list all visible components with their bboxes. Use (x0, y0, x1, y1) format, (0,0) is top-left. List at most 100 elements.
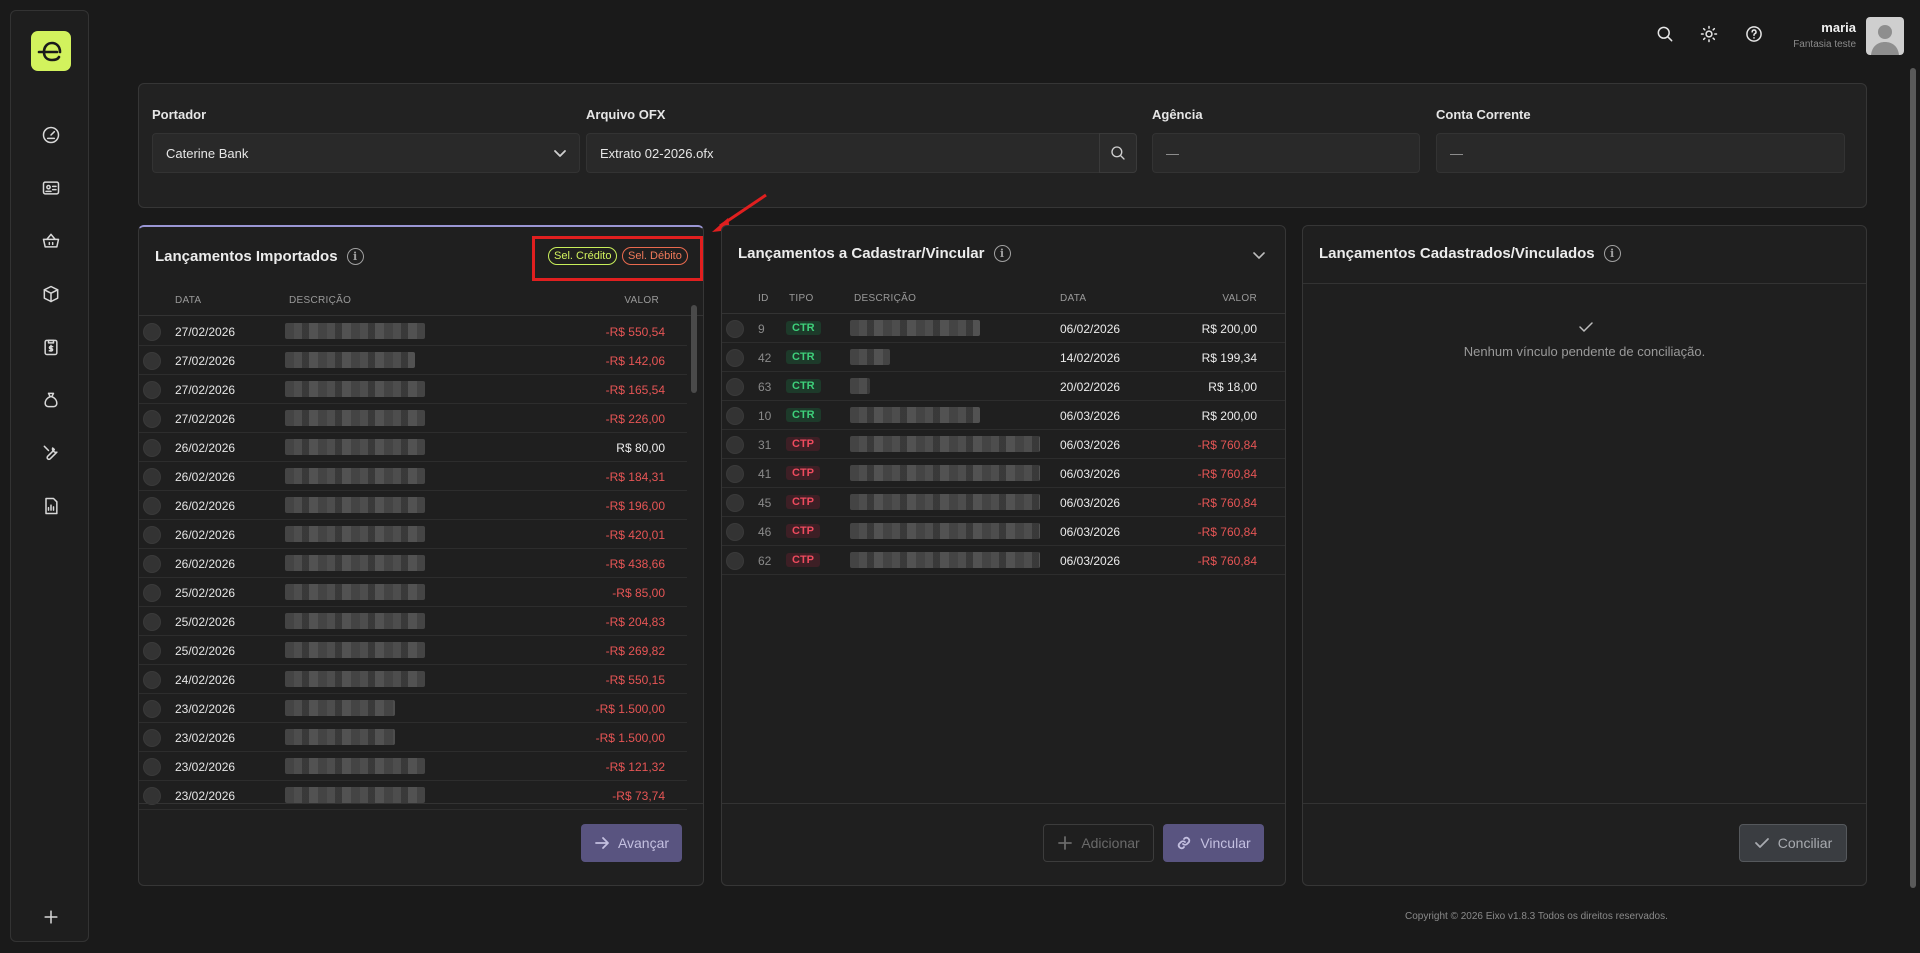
imported-footer: Avançar (139, 803, 703, 885)
row-id: 46 (758, 525, 772, 539)
imported-scrollbar[interactable] (691, 305, 697, 393)
row-description-redacted (285, 758, 425, 774)
row-radio[interactable] (143, 758, 161, 776)
row-radio[interactable] (726, 552, 744, 570)
row-radio[interactable] (143, 352, 161, 370)
row-radio[interactable] (143, 381, 161, 399)
imported-title: Lançamentos Importados i (155, 248, 364, 265)
file-search-button[interactable] (1099, 133, 1137, 173)
search-icon[interactable] (1653, 22, 1677, 46)
link-button[interactable]: Vincular (1163, 824, 1264, 862)
row-description-redacted (850, 436, 1040, 452)
table-row[interactable]: 27/02/2026 -R$ 550,54 (139, 317, 687, 346)
portador-select[interactable]: Caterine Bank (152, 133, 580, 173)
clipboard-dollar-icon[interactable] (38, 334, 64, 360)
row-radio[interactable] (143, 642, 161, 660)
table-row[interactable]: 42 CTR 14/02/2026 R$ 199,34 (722, 343, 1285, 372)
table-row[interactable]: 27/02/2026 -R$ 165,54 (139, 375, 687, 404)
table-row[interactable]: 45 CTP 06/03/2026 -R$ 760,84 (722, 488, 1285, 517)
header-desc: DESCRIÇÃO (289, 295, 352, 306)
table-row[interactable]: 26/02/2026 -R$ 196,00 (139, 491, 687, 520)
help-icon[interactable] (1742, 22, 1766, 46)
row-radio[interactable] (143, 410, 161, 428)
report-icon[interactable] (38, 493, 64, 519)
chevron-down-icon[interactable] (1251, 247, 1267, 263)
table-row[interactable]: 26/02/2026 -R$ 420,01 (139, 520, 687, 549)
filter-panel: Portador Caterine Bank Arquivo OFX Extra… (138, 83, 1867, 208)
money-bag-icon[interactable] (38, 387, 64, 413)
row-radio[interactable] (143, 700, 161, 718)
table-row[interactable]: 23/02/2026 -R$ 1.500,00 (139, 694, 687, 723)
row-radio[interactable] (143, 439, 161, 457)
row-radio[interactable] (726, 436, 744, 454)
basket-icon[interactable] (38, 228, 64, 254)
row-description-redacted (285, 381, 425, 397)
page-scrollbar[interactable] (1910, 68, 1916, 888)
row-value: R$ 200,00 (1201, 322, 1257, 336)
table-row[interactable]: 23/02/2026 -R$ 1.500,00 (139, 723, 687, 752)
table-row[interactable]: 31 CTP 06/03/2026 -R$ 760,84 (722, 430, 1285, 459)
row-value: -R$ 184,31 (605, 470, 665, 484)
table-row[interactable]: 63 CTR 20/02/2026 R$ 18,00 (722, 372, 1285, 401)
logo-icon[interactable] (31, 31, 71, 71)
theme-sun-icon[interactable] (1697, 22, 1721, 46)
conta-field[interactable]: — (1436, 133, 1845, 173)
table-row[interactable]: 27/02/2026 -R$ 226,00 (139, 404, 687, 433)
table-row[interactable]: 9 CTR 06/02/2026 R$ 200,00 (722, 314, 1285, 343)
table-row[interactable]: 26/02/2026 -R$ 438,66 (139, 549, 687, 578)
row-radio[interactable] (143, 729, 161, 747)
row-radio[interactable] (726, 465, 744, 483)
row-radio[interactable] (143, 671, 161, 689)
table-row[interactable]: 27/02/2026 -R$ 142,06 (139, 346, 687, 375)
check-icon (1578, 319, 1594, 335)
table-row[interactable]: 25/02/2026 -R$ 269,82 (139, 636, 687, 665)
info-icon[interactable]: i (1603, 245, 1621, 262)
row-radio[interactable] (143, 323, 161, 341)
table-row[interactable]: 23/02/2026 -R$ 121,32 (139, 752, 687, 781)
row-radio[interactable] (143, 613, 161, 631)
reconcile-button[interactable]: Conciliar (1739, 824, 1847, 862)
row-value: -R$ 73,74 (612, 789, 665, 803)
row-id: 62 (758, 554, 772, 568)
row-value: -R$ 550,15 (605, 673, 665, 687)
row-radio[interactable] (143, 555, 161, 573)
row-date: 26/02/2026 (175, 557, 236, 571)
imported-table-header: DATA DESCRIÇÃO VALOR (139, 285, 703, 316)
row-radio[interactable] (726, 407, 744, 425)
table-row[interactable]: 26/02/2026 -R$ 184,31 (139, 462, 687, 491)
row-description-redacted (285, 584, 425, 600)
table-row[interactable]: 46 CTP 06/03/2026 -R$ 760,84 (722, 517, 1285, 546)
user-company: Fantasia teste (1793, 39, 1856, 50)
info-icon[interactable]: i (346, 248, 364, 265)
dashboard-icon[interactable] (38, 122, 64, 148)
row-radio[interactable] (726, 349, 744, 367)
arquivo-field[interactable]: Extrato 02-2026.ofx (586, 133, 1100, 173)
table-row[interactable]: 25/02/2026 -R$ 204,83 (139, 607, 687, 636)
table-row[interactable]: 41 CTP 06/03/2026 -R$ 760,84 (722, 459, 1285, 488)
table-row[interactable]: 62 CTP 06/03/2026 -R$ 760,84 (722, 546, 1285, 575)
row-radio[interactable] (143, 497, 161, 515)
tools-icon[interactable] (38, 440, 64, 466)
table-row[interactable]: 25/02/2026 -R$ 85,00 (139, 578, 687, 607)
row-radio[interactable] (726, 523, 744, 541)
row-radio[interactable] (726, 378, 744, 396)
to-register-title: Lançamentos a Cadastrar/Vincular i (738, 245, 1011, 262)
contacts-card-icon[interactable] (38, 175, 64, 201)
box-icon[interactable] (38, 281, 64, 307)
row-date: 06/03/2026 (1060, 525, 1121, 539)
add-icon[interactable] (38, 904, 64, 930)
agencia-field[interactable]: — (1152, 133, 1420, 173)
row-radio[interactable] (143, 468, 161, 486)
row-radio[interactable] (143, 584, 161, 602)
table-row[interactable]: 24/02/2026 -R$ 550,15 (139, 665, 687, 694)
row-radio[interactable] (726, 494, 744, 512)
row-radio[interactable] (726, 320, 744, 338)
user-name[interactable]: maria (1821, 20, 1856, 35)
table-row[interactable]: 26/02/2026 R$ 80,00 (139, 433, 687, 462)
avatar[interactable] (1866, 17, 1904, 55)
table-row[interactable]: 10 CTR 06/03/2026 R$ 200,00 (722, 401, 1285, 430)
advance-button[interactable]: Avançar (581, 824, 682, 862)
info-icon[interactable]: i (993, 245, 1011, 262)
add-button[interactable]: Adicionar (1043, 824, 1154, 862)
row-radio[interactable] (143, 526, 161, 544)
